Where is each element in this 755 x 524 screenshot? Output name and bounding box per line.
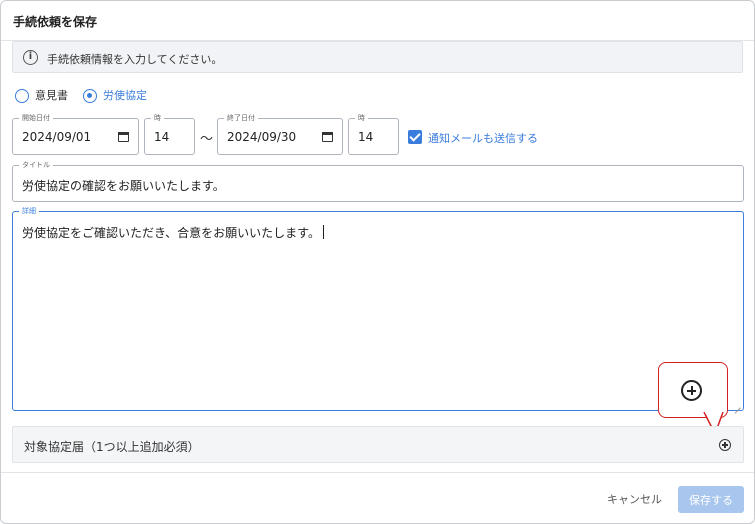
start-hour-field[interactable]: 時 14 — [144, 113, 195, 155]
dialog-header: 手続依頼を保存 — [1, 1, 754, 41]
radio-circle — [15, 89, 29, 103]
add-circle-icon[interactable] — [681, 380, 702, 401]
cancel-button[interactable]: キャンセル — [607, 491, 662, 507]
save-procedure-dialog: 手続依頼を保存 i 手続依頼情報を入力してください。 意見書 労使協定 開始日付… — [0, 0, 755, 524]
info-icon: i — [23, 50, 38, 65]
detail-legend: 詳細 — [19, 206, 39, 216]
title-value: 労使協定の確認をお願いいたします。 — [22, 179, 225, 193]
end-hour-legend: 時 — [355, 113, 368, 123]
date-range-separator: ～ — [200, 132, 214, 147]
start-hour-legend: 時 — [151, 113, 164, 123]
title-field[interactable]: タイトル 労使協定の確認をお願いいたします。 — [12, 160, 744, 202]
target-agreements-accordion[interactable]: 対象協定届（1つ以上追加必須） — [12, 426, 744, 463]
start-date-value: 2024/09/01 — [22, 130, 92, 144]
calendar-icon[interactable] — [118, 132, 129, 142]
start-date-field[interactable]: 開始日付 2024/09/01 — [12, 113, 139, 155]
radio-label-opinion: 意見書 — [35, 89, 68, 102]
info-banner: i 手続依頼情報を入力してください。 — [12, 41, 743, 73]
end-date-legend: 終了日付 — [224, 113, 258, 123]
notify-checkbox[interactable] — [408, 130, 422, 144]
end-hour-value: 14 — [358, 130, 374, 144]
info-text: 手続依頼情報を入力してください。 — [47, 53, 223, 66]
calendar-icon[interactable] — [322, 132, 333, 142]
dialog-title: 手続依頼を保存 — [13, 15, 98, 29]
detail-value: 労使協定をご確認いただき、合意をお願いいたします。 — [22, 226, 320, 240]
add-circle-icon[interactable] — [719, 439, 731, 451]
save-button[interactable]: 保存する — [678, 486, 744, 513]
radio-label-labor-agreement: 労使協定 — [103, 89, 147, 102]
radio-circle-selected — [83, 89, 97, 103]
notify-checkbox-label[interactable]: 通知メールも送信する — [428, 130, 538, 146]
end-hour-field[interactable]: 時 14 — [348, 113, 399, 155]
end-date-field[interactable]: 終了日付 2024/09/30 — [217, 113, 343, 155]
resize-handle[interactable] — [733, 400, 741, 408]
radio-dot — [87, 93, 92, 98]
start-hour-value: 14 — [154, 130, 170, 144]
title-legend: タイトル — [19, 160, 53, 170]
detail-textarea[interactable]: 詳細 労使協定をご確認いただき、合意をお願いいたします。 — [12, 206, 744, 411]
text-caret — [322, 225, 324, 239]
accordion-label: 対象協定届（1つ以上追加必須） — [24, 440, 200, 454]
detail-value-line: 労使協定をご確認いただき、合意をお願いいたします。 — [22, 224, 324, 241]
dialog-footer: キャンセル 保存する — [1, 472, 754, 523]
start-date-legend: 開始日付 — [19, 113, 53, 123]
end-date-value: 2024/09/30 — [227, 130, 297, 144]
